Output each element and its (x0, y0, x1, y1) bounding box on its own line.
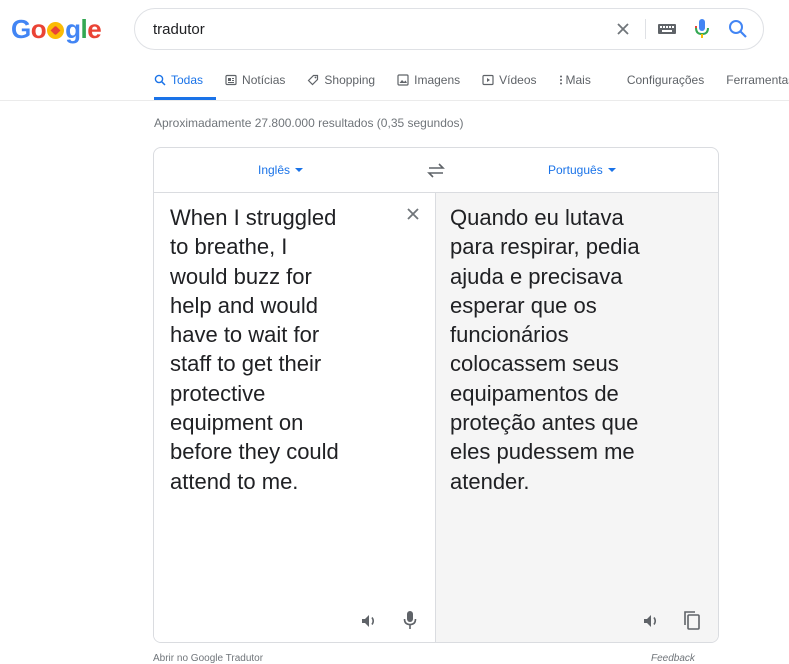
tab-videos[interactable]: Vídeos (482, 70, 537, 90)
tab-label: Vídeos (499, 73, 537, 87)
image-icon (397, 74, 409, 86)
voice-search-button[interactable] (692, 17, 712, 41)
more-vert-icon (559, 74, 563, 86)
search-icon (154, 74, 166, 86)
swap-icon (427, 163, 445, 178)
logo-letter: e (87, 14, 102, 44)
listen-source-button[interactable] (359, 611, 379, 631)
keyboard-icon (658, 24, 676, 34)
search-divider (645, 19, 646, 39)
speaker-icon (644, 615, 657, 627)
google-logo[interactable]: Go gle (11, 14, 102, 44)
source-language-label: Inglês (258, 163, 291, 177)
tab-label: Shopping (324, 73, 376, 87)
close-icon (407, 208, 419, 220)
open-in-translate-link[interactable]: Abrir no Google Tradutor (153, 653, 263, 664)
tab-images[interactable]: Imagens (397, 70, 460, 90)
mic-icon (695, 19, 709, 38)
logo-letter: G (11, 14, 31, 44)
close-icon (617, 23, 629, 35)
tab-news[interactable]: Notícias (225, 70, 285, 90)
language-bar: Inglês Português (154, 148, 718, 193)
dropdown-caret-icon (607, 168, 616, 172)
search-tabs: Todas Notícias Shopping Imagens Vídeos M… (154, 70, 789, 100)
search-results-page: Go gle tradutor Todas Notícias Shopping … (0, 0, 789, 664)
logo-letter: g (65, 14, 81, 44)
mic-icon (403, 611, 417, 629)
translation-pane: Quando eu lutava para respirar, pedia aj… (436, 193, 718, 642)
translator-card: Inglês Português When I struggled to bre… (153, 147, 719, 643)
tab-label: Ferramentas (726, 73, 789, 87)
tab-label: Configurações (626, 73, 705, 87)
tab-more[interactable]: Mais (559, 70, 591, 90)
tab-settings[interactable]: Configurações (627, 70, 704, 90)
search-input[interactable] (153, 19, 573, 39)
source-text-pane[interactable]: When I struggled to breathe, I would buz… (154, 193, 436, 642)
tab-label: Todas (171, 73, 204, 87)
search-box (134, 8, 764, 50)
target-language-select[interactable]: Português (548, 163, 616, 177)
copy-translation-button[interactable] (682, 609, 702, 631)
voice-input-button[interactable] (402, 609, 418, 631)
heart-doodle-icon (47, 22, 65, 39)
tab-shopping[interactable]: Shopping (307, 70, 375, 90)
translated-text: Quando eu lutava para respirar, pedia aj… (450, 205, 640, 494)
tab-label: Imagens (414, 73, 461, 87)
dropdown-caret-icon (295, 168, 304, 172)
source-language-select[interactable]: Inglês (258, 163, 304, 177)
video-icon (482, 74, 494, 86)
clear-source-button[interactable] (404, 205, 422, 223)
listen-translation-button[interactable] (641, 611, 661, 631)
search-button[interactable] (727, 18, 749, 40)
tab-all[interactable]: Todas (154, 70, 203, 90)
source-text[interactable]: When I struggled to breathe, I would buz… (170, 203, 400, 496)
feedback-link[interactable]: Feedback (651, 653, 695, 664)
keyboard-button[interactable] (657, 22, 677, 36)
target-language-label: Português (548, 163, 603, 177)
news-icon (225, 74, 237, 86)
clear-search-button[interactable] (611, 17, 635, 41)
tab-label: Notícias (242, 73, 286, 87)
tab-tools[interactable]: Ferramentas (726, 70, 789, 90)
speaker-icon (362, 615, 375, 627)
result-stats: Aproximadamente 27.800.000 resultados (0… (154, 116, 464, 130)
tag-icon (307, 74, 319, 86)
tab-label: Mais (565, 73, 591, 87)
header-divider (0, 100, 789, 101)
search-icon (729, 20, 747, 38)
swap-languages-button[interactable] (425, 160, 447, 180)
copy-icon (684, 611, 700, 630)
logo-letter: o (30, 14, 47, 44)
